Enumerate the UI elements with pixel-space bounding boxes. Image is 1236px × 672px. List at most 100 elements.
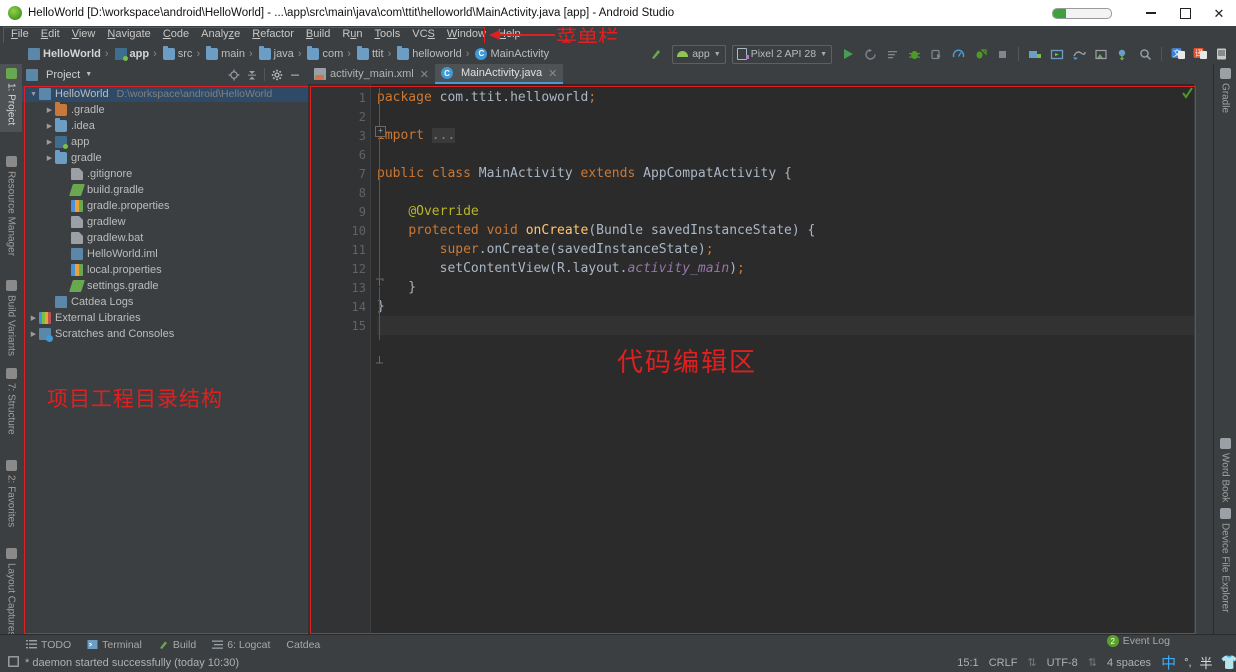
line-separator[interactable]: CRLF	[989, 657, 1018, 669]
ime-halfwidth-icon[interactable]: 半	[1200, 653, 1213, 672]
menu-item-file[interactable]: File	[5, 26, 35, 43]
memory-indicator-icon[interactable]	[8, 655, 19, 670]
chevron-down-icon[interactable]: ▼	[85, 71, 92, 78]
tree-node[interactable]: ▶ Scratches and Consoles	[22, 326, 308, 342]
tree-expand-arrow-icon[interactable]: ▶	[44, 106, 55, 114]
left-tool-tab-structure[interactable]: 7: Structure	[0, 364, 22, 454]
project-structure-icon[interactable]	[1091, 45, 1111, 63]
apply-code-changes-icon[interactable]	[882, 45, 902, 63]
debug-icon[interactable]	[904, 45, 924, 63]
menu-item-code[interactable]: Code	[157, 26, 195, 43]
code-text[interactable]: + package com.ttit.helloworld; import ..…	[370, 84, 1194, 634]
left-tool-tab-resource-manager[interactable]: Resource Manager	[0, 152, 22, 274]
indent-setting[interactable]: 4 spaces	[1107, 657, 1151, 669]
close-button[interactable]: ✕	[1202, 0, 1236, 26]
make-project-hammer-icon[interactable]	[646, 45, 666, 63]
tree-node[interactable]: ▶ app	[22, 134, 308, 150]
editor-marker-bar[interactable]	[1182, 84, 1194, 634]
search-everywhere-icon[interactable]	[1135, 45, 1155, 63]
tool-window-button-build[interactable]: Build	[158, 639, 196, 651]
tree-node[interactable]: settings.gradle	[22, 278, 308, 294]
tool-window-button-6-logcat[interactable]: 6: Logcat	[212, 639, 270, 651]
tree-node[interactable]: ▶ .idea	[22, 118, 308, 134]
menu-item-analyze[interactable]: Analyze	[195, 26, 246, 43]
breadcrumb-item-src[interactable]: src	[159, 45, 192, 60]
stop-icon[interactable]	[992, 45, 1012, 63]
tree-node[interactable]: gradlew	[22, 214, 308, 230]
fold-collapse-method[interactable]	[375, 278, 384, 287]
minimize-button[interactable]	[1134, 0, 1168, 26]
caret-position[interactable]: 15:1	[957, 657, 978, 669]
ime-degree-icon[interactable]: °,	[1184, 657, 1191, 669]
editor-tab-mainactivity-java[interactable]: C MainActivity.java ✕	[434, 64, 564, 84]
translate-icon-2[interactable]: 译	[1190, 45, 1210, 63]
left-tool-tab-build-variants[interactable]: Build Variants	[0, 276, 22, 362]
breadcrumb-item-mainactivity[interactable]: C MainActivity	[471, 47, 549, 60]
menu-item-navigate[interactable]: Navigate	[101, 26, 156, 43]
right-tool-tab-word-book[interactable]: Word Book	[1214, 434, 1236, 506]
tree-node[interactable]: ▶ .gradle	[22, 102, 308, 118]
breadcrumb-item-helloworld[interactable]: HelloWorld	[24, 47, 101, 60]
collapse-all-icon[interactable]	[243, 67, 261, 83]
tree-expand-arrow-icon[interactable]: ▼	[28, 91, 39, 98]
menu-item-edit[interactable]: Edit	[35, 26, 66, 43]
device-selector[interactable]: Pixel 2 API 28 ▼	[731, 44, 832, 64]
event-log-button[interactable]: 2 Event Log	[1106, 635, 1170, 647]
tool-window-button-terminal[interactable]: Terminal	[87, 639, 142, 651]
tree-expand-arrow-icon[interactable]: ▶	[44, 154, 55, 162]
avd-manager-icon[interactable]	[1025, 45, 1045, 63]
left-tool-tab-project[interactable]: 1: Project	[0, 64, 22, 132]
menu-item-build[interactable]: Build	[300, 26, 336, 43]
translate-icon-1[interactable]: 文	[1168, 45, 1188, 63]
maximize-button[interactable]	[1168, 0, 1202, 26]
ime-chinese-icon[interactable]: 中	[1161, 652, 1176, 672]
fold-expand-import[interactable]: +	[375, 126, 386, 137]
editor-tab-activity-main-xml[interactable]: activity_main.xml ✕	[308, 64, 435, 84]
menu-item-vcs[interactable]: VCS	[406, 26, 441, 43]
fold-collapse-method-end[interactable]	[375, 354, 384, 364]
left-tool-tab-favorites[interactable]: 2: Favorites	[0, 456, 22, 538]
tree-node[interactable]: ▼ HelloWorld D:\workspace\android\HelloWor…	[22, 86, 308, 102]
right-tool-tab-device-file-explorer[interactable]: Device File Explorer	[1214, 504, 1236, 630]
right-tool-tab-gradle[interactable]: Gradle	[1214, 64, 1236, 124]
menu-item-run[interactable]: Run	[336, 26, 368, 43]
project-tree[interactable]: ▼ HelloWorld D:\workspace\android\HelloWor…	[22, 85, 308, 634]
breadcrumb-item-helloworld[interactable]: helloworld	[393, 45, 462, 60]
device-manager-icon[interactable]	[1212, 45, 1232, 63]
breadcrumb-item-java[interactable]: java	[255, 45, 294, 60]
run-configuration-selector[interactable]: app ▼	[672, 44, 726, 64]
apply-changes-icon[interactable]	[860, 45, 880, 63]
tree-node[interactable]: gradlew.bat	[22, 230, 308, 246]
tree-expand-arrow-icon[interactable]: ▶	[28, 314, 39, 322]
tree-node[interactable]: build.gradle	[22, 182, 308, 198]
locate-icon[interactable]	[225, 67, 243, 83]
tree-node[interactable]: local.properties	[22, 262, 308, 278]
tree-node[interactable]: gradle.properties	[22, 198, 308, 214]
breadcrumb-item-app[interactable]: app	[111, 47, 149, 61]
run-with-coverage-icon[interactable]	[970, 45, 990, 63]
tree-node[interactable]: ▶ gradle	[22, 150, 308, 166]
tree-node[interactable]: .gitignore	[22, 166, 308, 182]
menu-item-view[interactable]: View	[66, 26, 102, 43]
breadcrumb-item-com[interactable]: com	[303, 45, 343, 60]
breadcrumb-item-ttit[interactable]: ttit	[353, 45, 384, 60]
tool-window-button-todo[interactable]: TODO	[26, 639, 71, 651]
tree-expand-arrow-icon[interactable]: ▶	[44, 138, 55, 146]
menu-item-tools[interactable]: Tools	[369, 26, 407, 43]
tool-window-button-catdea[interactable]: Catdea	[286, 639, 320, 651]
settings-gear-icon[interactable]	[268, 67, 286, 83]
file-encoding[interactable]: UTF-8	[1047, 657, 1078, 669]
layout-inspector-icon[interactable]	[1113, 45, 1133, 63]
menu-item-window[interactable]: Window	[441, 26, 492, 43]
hide-panel-icon[interactable]	[286, 67, 304, 83]
breadcrumb-item-main[interactable]: main	[202, 45, 245, 60]
sdk-manager-icon[interactable]	[1047, 45, 1067, 63]
tree-node[interactable]: HelloWorld.iml	[22, 246, 308, 262]
attach-debugger-icon[interactable]	[926, 45, 946, 63]
tree-expand-arrow-icon[interactable]: ▶	[44, 122, 55, 130]
tree-node[interactable]: ▶ External Libraries	[22, 310, 308, 326]
tree-node[interactable]: Catdea Logs	[22, 294, 308, 310]
run-icon[interactable]	[838, 45, 858, 63]
menu-item-refactor[interactable]: Refactor	[246, 26, 300, 43]
tree-expand-arrow-icon[interactable]: ▶	[28, 330, 39, 338]
